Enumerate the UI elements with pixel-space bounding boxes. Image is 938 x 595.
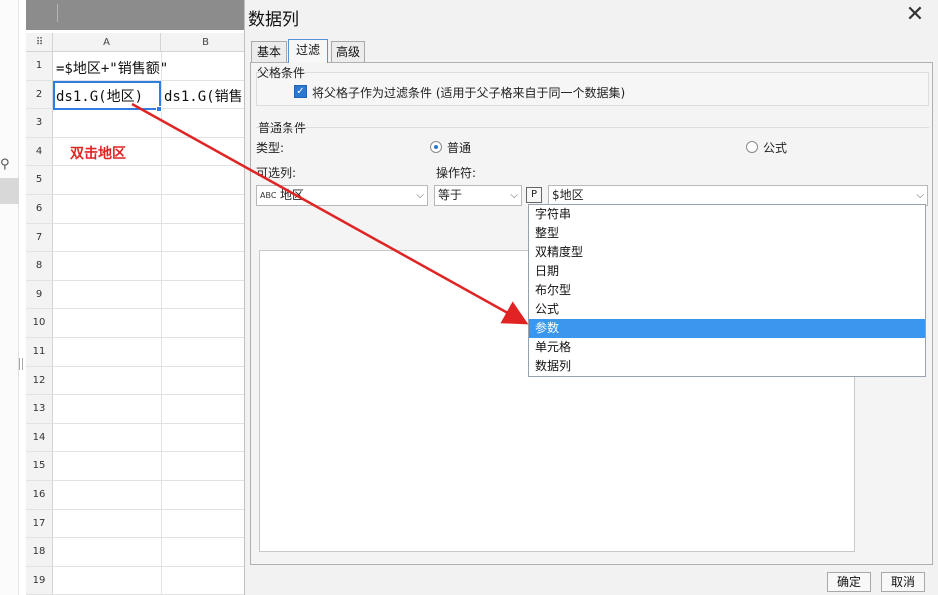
chevron-down-icon: ⌵ xyxy=(916,190,924,201)
parameter-type-button[interactable]: P xyxy=(526,187,542,203)
type-normal-radio[interactable] xyxy=(430,141,442,153)
select-all-corner[interactable]: ⠿ xyxy=(26,33,53,52)
parent-condition-heading: 父格条件 xyxy=(257,66,306,80)
dropdown-option[interactable]: 公式 xyxy=(529,300,925,319)
parent-filter-checkbox-label: 将父格子作为过滤条件 (适用于父子格来自于同一个数据集) xyxy=(312,86,626,100)
chevron-down-icon: ⌵ xyxy=(510,190,518,201)
row-header[interactable]: 3 xyxy=(26,109,53,138)
tab-advanced[interactable]: 高级 xyxy=(331,41,365,62)
row-header[interactable]: 17 xyxy=(26,509,53,539)
value-select-value: $地区 xyxy=(552,188,584,202)
sheet-row[interactable] xyxy=(53,481,244,510)
cell-a1[interactable]: =$地区+"销售额" xyxy=(56,58,168,78)
row-header[interactable]: 8 xyxy=(26,252,53,281)
sheet-row[interactable] xyxy=(53,538,244,567)
fill-handle[interactable] xyxy=(156,106,162,112)
sheet-row[interactable] xyxy=(53,338,244,367)
selected-cell-outline xyxy=(53,81,161,110)
dropdown-option[interactable]: 字符串 xyxy=(529,205,925,224)
divider xyxy=(256,127,929,128)
row-header[interactable]: 1 xyxy=(26,52,53,81)
left-panel-strip: ⚲ xyxy=(0,0,23,595)
sheet-row[interactable] xyxy=(53,252,244,281)
type-formula-radio[interactable] xyxy=(746,141,758,153)
column-header-b[interactable]: B xyxy=(161,33,244,52)
dropdown-option[interactable]: 布尔型 xyxy=(529,281,925,300)
sheet-row[interactable] xyxy=(53,224,244,253)
tab-basic[interactable]: 基本 xyxy=(251,41,287,62)
dropdown-option[interactable]: 数据列 xyxy=(529,357,925,376)
type-normal-label: 普通 xyxy=(447,141,472,155)
cancel-button[interactable]: 取消 xyxy=(881,572,925,592)
sheet-row[interactable] xyxy=(53,452,244,481)
row-header[interactable]: 6 xyxy=(26,195,53,224)
dropdown-option[interactable]: 日期 xyxy=(529,262,925,281)
column-select-value: 地区 xyxy=(280,188,305,202)
panel-tab-strip[interactable] xyxy=(0,178,19,204)
optional-column-label: 可选列: xyxy=(256,166,297,180)
row-header[interactable]: 13 xyxy=(26,395,53,424)
row-header[interactable]: 14 xyxy=(26,423,53,453)
ok-button[interactable]: 确定 xyxy=(827,572,871,592)
dialog-title: 数据列 xyxy=(248,10,299,30)
dropdown-option[interactable]: 参数 xyxy=(529,319,925,338)
row-header[interactable]: 2 xyxy=(26,80,53,110)
dropdown-option[interactable]: 双精度型 xyxy=(529,243,925,262)
row-header[interactable]: 19 xyxy=(26,566,53,595)
annotation-note: 双击地区 xyxy=(70,146,126,162)
row-header[interactable]: 18 xyxy=(26,538,53,567)
row-header[interactable]: 12 xyxy=(26,366,53,396)
row-header[interactable]: 16 xyxy=(26,481,53,510)
search-icon[interactable]: ⚲ xyxy=(0,157,14,175)
tab-filter[interactable]: 过滤 xyxy=(288,39,328,63)
operator-select[interactable]: 等于 ⌵ xyxy=(434,185,522,206)
sheet-toolbar xyxy=(26,0,244,30)
parent-filter-checkbox[interactable]: ✓ xyxy=(294,85,307,98)
operator-label: 操作符: xyxy=(436,166,477,180)
row-header[interactable]: 9 xyxy=(26,280,53,310)
sheet-row[interactable] xyxy=(53,424,244,453)
value-type-dropdown[interactable]: 字符串 整型 双精度型 日期 布尔型 公式 参数 单元格 数据列 xyxy=(528,204,926,377)
close-icon[interactable]: ✕ xyxy=(905,4,925,26)
text-field-icon: ABC xyxy=(260,191,277,200)
type-label: 类型: xyxy=(256,141,285,155)
chevron-down-icon: ⌵ xyxy=(416,190,424,201)
sheet-row[interactable] xyxy=(53,166,244,195)
row-header[interactable]: 7 xyxy=(26,223,53,253)
column-select[interactable]: ABC 地区 ⌵ xyxy=(256,185,428,206)
sheet-row[interactable] xyxy=(53,567,244,595)
sheet-row[interactable] xyxy=(53,109,244,138)
row-header[interactable]: 10 xyxy=(26,309,53,338)
operator-select-value: 等于 xyxy=(438,188,463,202)
row-header[interactable]: 4 xyxy=(26,137,53,167)
row-header[interactable]: 5 xyxy=(26,166,53,195)
sheet-row[interactable] xyxy=(53,510,244,539)
grid-line xyxy=(161,52,162,595)
value-select[interactable]: $地区 ⌵ xyxy=(548,185,928,206)
sheet-row[interactable] xyxy=(53,367,244,396)
cell-b2[interactable]: ds1.G(销售 xyxy=(164,86,243,106)
column-header-a[interactable]: A xyxy=(53,33,161,52)
sheet-row[interactable] xyxy=(53,195,244,224)
dropdown-option[interactable]: 单元格 xyxy=(529,338,925,357)
sheet-row[interactable] xyxy=(53,309,244,338)
row-header[interactable]: 11 xyxy=(26,338,53,367)
splitter-handle[interactable] xyxy=(19,358,23,370)
row-header[interactable]: 15 xyxy=(26,452,53,481)
spreadsheet: ⠿ A B 1 2 3 4 5 6 7 8 9 10 11 12 13 14 15 16 17 18 19 =$地区… xyxy=(26,0,244,595)
sheet-row[interactable] xyxy=(53,281,244,310)
sheet-row[interactable] xyxy=(53,395,244,424)
type-formula-label: 公式 xyxy=(763,141,788,155)
dropdown-option[interactable]: 整型 xyxy=(529,224,925,243)
